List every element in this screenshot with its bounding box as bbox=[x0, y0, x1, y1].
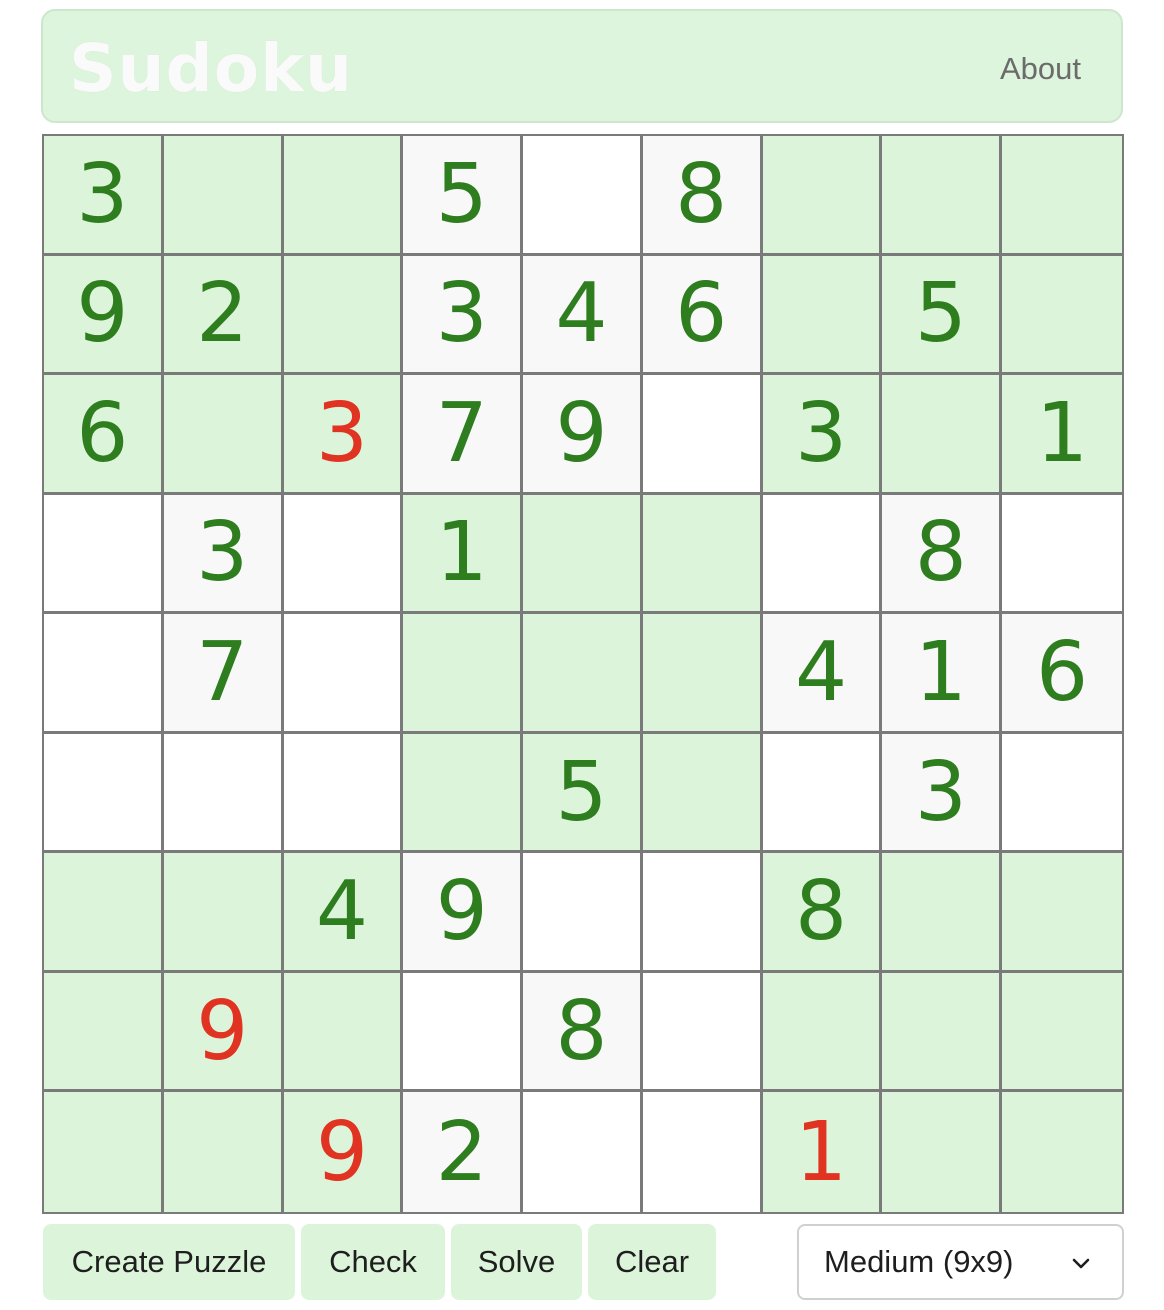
solve-button[interactable]: Solve bbox=[451, 1224, 582, 1300]
cell-r2-c3[interactable] bbox=[283, 255, 404, 376]
cell-r7-c3[interactable]: 4 bbox=[283, 853, 404, 973]
cell-r1-c9[interactable] bbox=[1002, 136, 1122, 256]
cell-r1-c1[interactable]: 3 bbox=[44, 136, 164, 256]
cell-r5-c7[interactable]: 4 bbox=[762, 614, 883, 734]
cell-r7-c6[interactable] bbox=[642, 853, 763, 973]
cell-r2-c7[interactable] bbox=[762, 255, 883, 376]
cell-r4-c7[interactable] bbox=[762, 494, 883, 615]
cell-r5-c2[interactable]: 7 bbox=[163, 614, 284, 734]
cell-r8-c3[interactable] bbox=[283, 972, 404, 1093]
chevron-down-icon bbox=[1072, 1258, 1090, 1269]
cell-r8-c4[interactable] bbox=[403, 972, 524, 1093]
cell-r7-c2[interactable] bbox=[163, 853, 284, 973]
cell-r3-c7[interactable]: 3 bbox=[762, 375, 883, 495]
cell-r5-c9[interactable]: 6 bbox=[1002, 614, 1122, 734]
cell-r4-c3[interactable] bbox=[283, 494, 404, 615]
clear-button[interactable]: Clear bbox=[588, 1224, 716, 1300]
cell-r1-c8[interactable] bbox=[882, 136, 1003, 256]
cell-r3-c1[interactable]: 6 bbox=[44, 375, 164, 495]
cell-r6-c5[interactable]: 5 bbox=[523, 733, 643, 854]
cell-r9-c1[interactable] bbox=[44, 1092, 164, 1212]
cell-r3-c6[interactable] bbox=[642, 375, 763, 495]
cell-r6-c4[interactable] bbox=[403, 733, 524, 854]
difficulty-select[interactable]: Medium (9x9) bbox=[797, 1224, 1124, 1300]
cell-r9-c8[interactable] bbox=[882, 1092, 1003, 1212]
cell-r8-c5[interactable]: 8 bbox=[523, 972, 643, 1093]
cell-r8-c2[interactable]: 9 bbox=[163, 972, 284, 1093]
cell-r1-c6[interactable]: 8 bbox=[642, 136, 763, 256]
cell-r9-c5[interactable] bbox=[523, 1092, 643, 1212]
cell-r1-c2[interactable] bbox=[163, 136, 284, 256]
cell-r5-c5[interactable] bbox=[523, 614, 643, 734]
cell-r3-c3[interactable]: 3 bbox=[283, 375, 404, 495]
cell-r3-c2[interactable] bbox=[163, 375, 284, 495]
cell-r5-c1[interactable] bbox=[44, 614, 164, 734]
cell-r2-c5[interactable]: 4 bbox=[523, 255, 643, 376]
sudoku-app: Sudoku About 358923465637931318741653498… bbox=[0, 0, 1164, 1310]
sudoku-board: 35892346563793131874165349898921 bbox=[42, 134, 1124, 1214]
cell-r8-c7[interactable] bbox=[762, 972, 883, 1093]
cell-r4-c5[interactable] bbox=[523, 494, 643, 615]
cell-r5-c4[interactable] bbox=[403, 614, 524, 734]
cell-r8-c1[interactable] bbox=[44, 972, 164, 1093]
cell-r3-c9[interactable]: 1 bbox=[1002, 375, 1122, 495]
cell-r2-c2[interactable]: 2 bbox=[163, 255, 284, 376]
cell-r1-c5[interactable] bbox=[523, 136, 643, 256]
cell-r3-c8[interactable] bbox=[882, 375, 1003, 495]
cell-r7-c7[interactable]: 8 bbox=[762, 853, 883, 973]
cell-r2-c8[interactable]: 5 bbox=[882, 255, 1003, 376]
cell-r2-c1[interactable]: 9 bbox=[44, 255, 164, 376]
cell-r1-c3[interactable] bbox=[283, 136, 404, 256]
cell-r6-c9[interactable] bbox=[1002, 733, 1122, 854]
cell-r9-c4[interactable]: 2 bbox=[403, 1092, 524, 1212]
difficulty-selected-value: Medium (9x9) bbox=[824, 1244, 1014, 1279]
cell-r9-c7[interactable]: 1 bbox=[762, 1092, 883, 1212]
cell-r6-c3[interactable] bbox=[283, 733, 404, 854]
cell-r9-c2[interactable] bbox=[163, 1092, 284, 1212]
cell-r7-c4[interactable]: 9 bbox=[403, 853, 524, 973]
cell-r8-c6[interactable] bbox=[642, 972, 763, 1093]
app-title: Sudoku bbox=[69, 30, 353, 107]
cell-r7-c9[interactable] bbox=[1002, 853, 1122, 973]
cell-r9-c6[interactable] bbox=[642, 1092, 763, 1212]
cell-r6-c7[interactable] bbox=[762, 733, 883, 854]
cell-r4-c4[interactable]: 1 bbox=[403, 494, 524, 615]
cell-r6-c8[interactable]: 3 bbox=[882, 733, 1003, 854]
cell-r6-c6[interactable] bbox=[642, 733, 763, 854]
cell-r4-c6[interactable] bbox=[642, 494, 763, 615]
cell-r2-c9[interactable] bbox=[1002, 255, 1122, 376]
cell-r2-c6[interactable]: 6 bbox=[642, 255, 763, 376]
cell-r4-c1[interactable] bbox=[44, 494, 164, 615]
cell-r7-c8[interactable] bbox=[882, 853, 1003, 973]
cell-r9-c9[interactable] bbox=[1002, 1092, 1122, 1212]
cell-r4-c8[interactable]: 8 bbox=[882, 494, 1003, 615]
header-bar: Sudoku About bbox=[41, 9, 1123, 123]
about-link[interactable]: About bbox=[1000, 49, 1081, 89]
check-button[interactable]: Check bbox=[301, 1224, 445, 1300]
cell-r8-c9[interactable] bbox=[1002, 972, 1122, 1093]
cell-r4-c9[interactable] bbox=[1002, 494, 1122, 615]
cell-r6-c2[interactable] bbox=[163, 733, 284, 854]
cell-r3-c5[interactable]: 9 bbox=[523, 375, 643, 495]
cell-r7-c5[interactable] bbox=[523, 853, 643, 973]
cell-r7-c1[interactable] bbox=[44, 853, 164, 973]
cell-r4-c2[interactable]: 3 bbox=[163, 494, 284, 615]
cell-r1-c7[interactable] bbox=[762, 136, 883, 256]
cell-r5-c8[interactable]: 1 bbox=[882, 614, 1003, 734]
create-puzzle-button[interactable]: Create Puzzle bbox=[43, 1224, 295, 1300]
cell-r5-c6[interactable] bbox=[642, 614, 763, 734]
cell-r8-c8[interactable] bbox=[882, 972, 1003, 1093]
cell-r2-c4[interactable]: 3 bbox=[403, 255, 524, 376]
cell-r3-c4[interactable]: 7 bbox=[403, 375, 524, 495]
cell-r6-c1[interactable] bbox=[44, 733, 164, 854]
cell-r5-c3[interactable] bbox=[283, 614, 404, 734]
cell-r9-c3[interactable]: 9 bbox=[283, 1092, 404, 1212]
cell-r1-c4[interactable]: 5 bbox=[403, 136, 524, 256]
